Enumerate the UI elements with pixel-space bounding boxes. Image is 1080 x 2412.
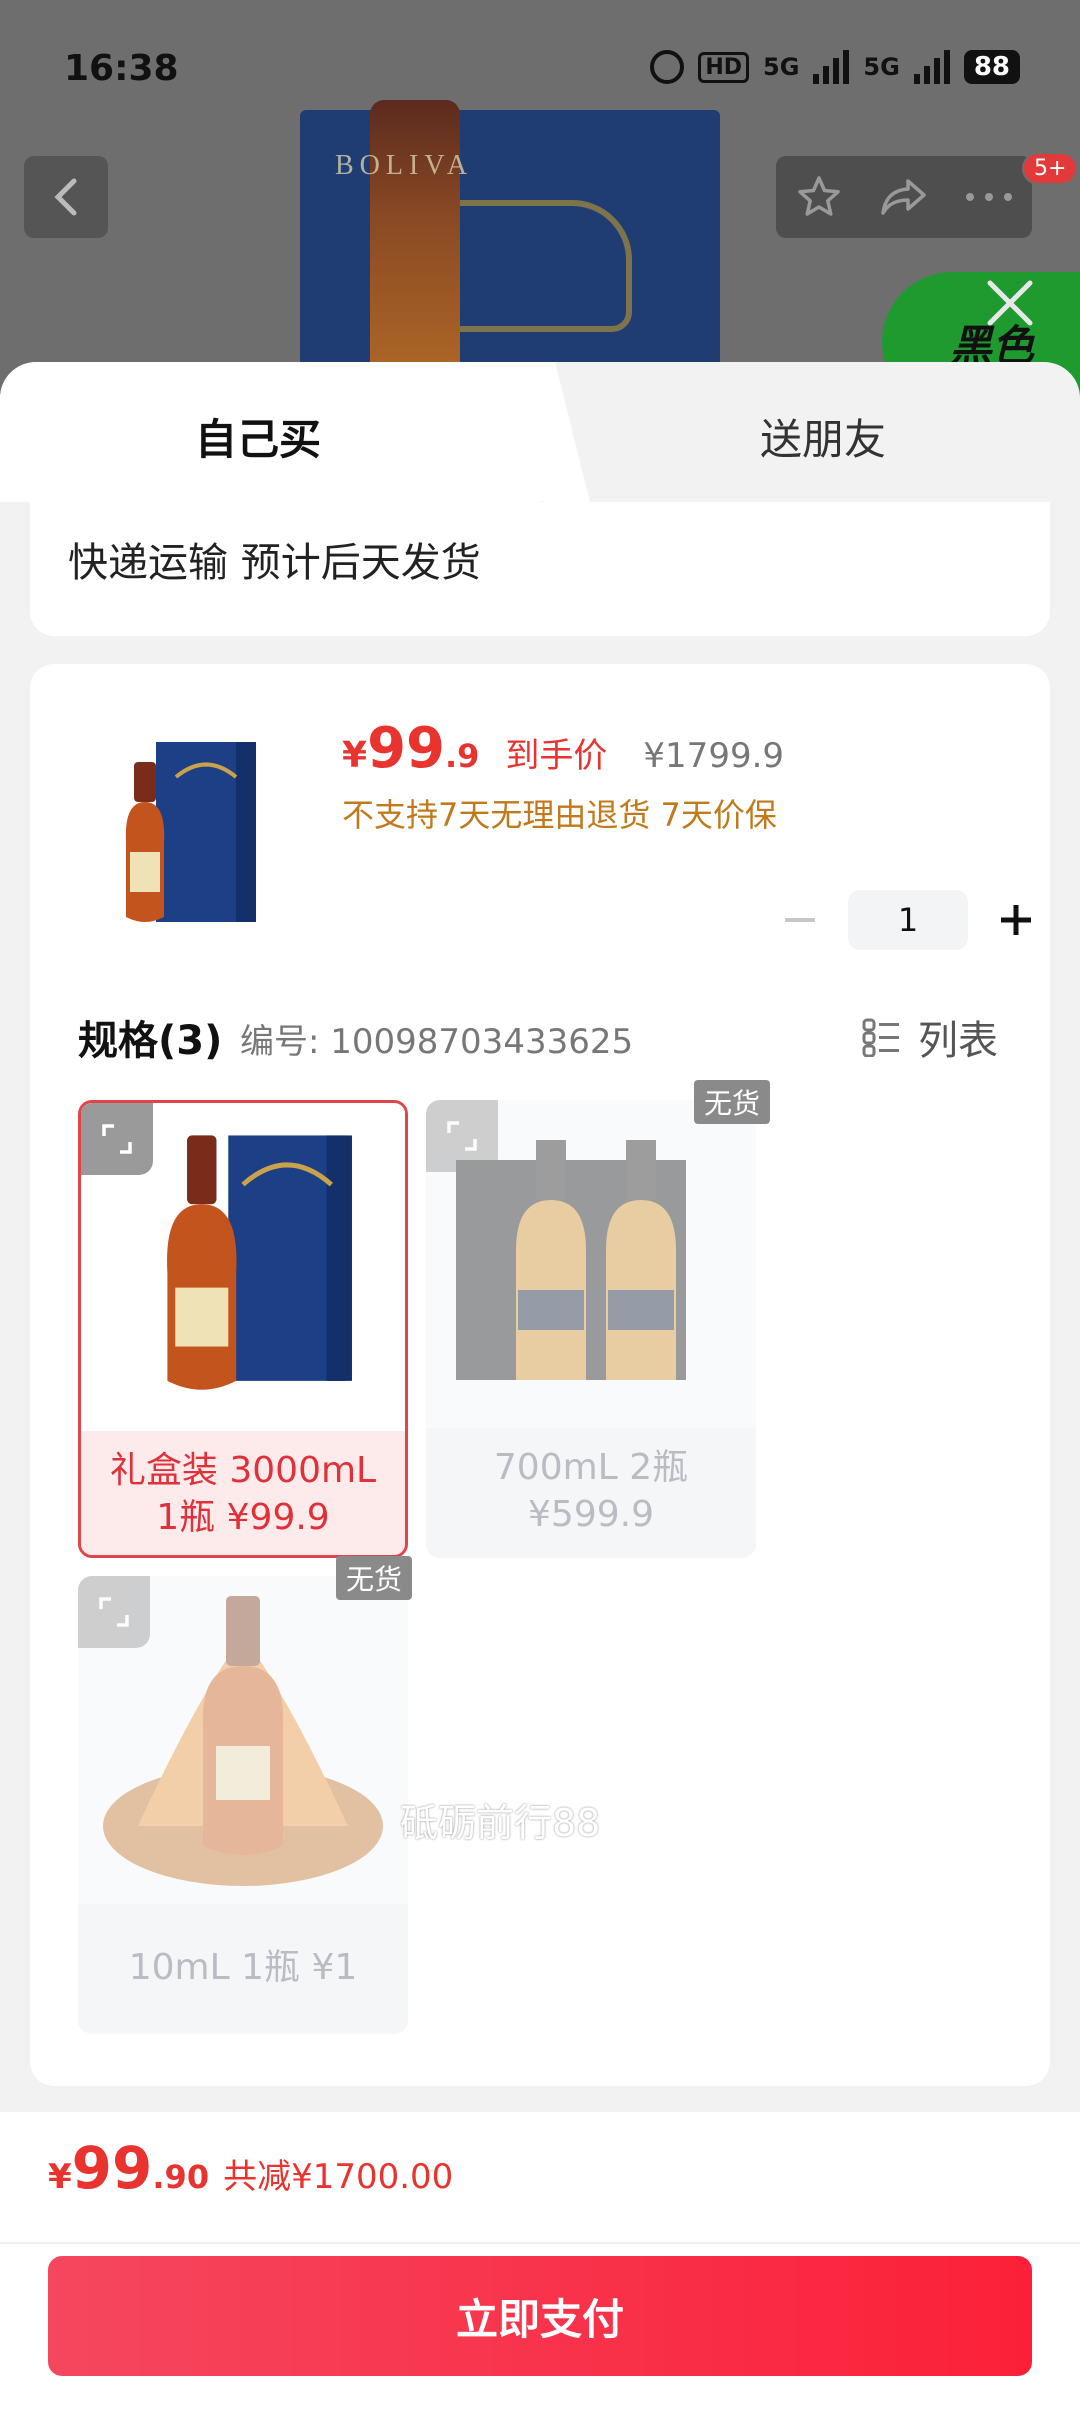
total-decimal: .90 [152, 2158, 210, 2196]
out-of-stock-badge: 无货 [336, 1556, 413, 1600]
quantity-value[interactable]: 1 [848, 890, 968, 950]
status-time: 16:38 [64, 48, 179, 89]
signal-strength-icon [813, 50, 850, 84]
tab-self-buy-label[interactable]: 自己买 [195, 406, 321, 467]
battery-icon: 88 [963, 50, 1020, 84]
status-icons: HD 5G 5G 88 [650, 50, 1020, 84]
list-view-toggle[interactable]: 列表 [862, 1008, 998, 1066]
more-icon [966, 193, 1013, 201]
expand-image-button[interactable] [78, 1576, 150, 1648]
increase-quantity-button[interactable] [986, 890, 1046, 950]
share-button[interactable] [874, 167, 934, 227]
signal-5g-label: 5G [763, 53, 800, 81]
close-sheet-button[interactable] [975, 268, 1045, 338]
final-price-tag: 到手价 [505, 736, 608, 776]
out-of-stock-badge: 无货 [694, 1080, 771, 1124]
hd-icon: HD [698, 51, 749, 83]
product-thumbnail[interactable] [96, 732, 276, 932]
checkout-footer: ¥ 99 .90 共减¥1700.00 立即支付 [0, 2112, 1080, 2412]
total-currency: ¥ [48, 2157, 72, 2197]
product-code: 编号: 10098703433625 [240, 1022, 634, 1062]
sku-card: ¥ 99 .9 到手价 ¥1799.9 不支持7天无理由退货 7天价保 1 规格… [30, 664, 1050, 2086]
close-icon [987, 280, 1033, 326]
footer-divider [0, 2242, 1080, 2244]
alarm-icon [650, 50, 685, 84]
back-button[interactable] [24, 156, 108, 238]
price-row: ¥ 99 .9 到手价 ¥1799.9 [342, 716, 784, 781]
expand-image-button[interactable] [81, 1103, 153, 1175]
signal-strength-icon-2 [913, 50, 950, 84]
list-icon [862, 1018, 899, 1057]
option-label: 礼盒装 3000mL 1瓶 ¥99.9 [81, 1431, 405, 1555]
pay-now-button[interactable]: 立即支付 [48, 2256, 1032, 2376]
decrease-quantity-button[interactable] [770, 890, 830, 950]
spec-option-700ml[interactable]: 700mL 2瓶 ¥599.9 [426, 1100, 756, 1558]
quantity-stepper: 1 [770, 890, 1046, 950]
notification-badge: 5+ [1022, 152, 1079, 185]
shipping-card: 快递运输 预计后天发货 [30, 502, 1050, 636]
signal-5g-label-2: 5G [863, 53, 900, 81]
plus-icon [1001, 905, 1031, 935]
background-bottle-image [370, 100, 460, 400]
spec-option-gift-box[interactable]: 礼盒装 3000mL 1瓶 ¥99.9 [78, 1100, 408, 1558]
expand-icon [447, 1121, 477, 1151]
tab-gift-friend[interactable]: 送朋友 [760, 406, 886, 467]
spec-title: 规格(3) [78, 1018, 223, 1064]
background-brand-text: BOLIVA [335, 150, 474, 181]
original-price: ¥1799.9 [643, 736, 785, 776]
price-currency: ¥ [342, 735, 368, 776]
more-button[interactable] [959, 167, 1019, 227]
spec-option-10ml[interactable]: 10mL 1瓶 ¥1 [78, 1576, 408, 2034]
favorite-button[interactable] [789, 167, 849, 227]
top-action-bar [776, 156, 1032, 238]
status-bar: 16:38 HD 5G 5G 88 [0, 0, 1080, 140]
price-decimal: .9 [445, 737, 480, 775]
minus-icon [785, 918, 815, 922]
expand-icon [99, 1597, 129, 1627]
share-icon [881, 179, 926, 215]
shipping-info: 快递运输 预计后天发货 [68, 540, 481, 586]
option-label: 700mL 2瓶 ¥599.9 [426, 1428, 756, 1556]
option-label: 10mL 1瓶 ¥1 [78, 1904, 408, 2032]
chevron-left-icon [54, 178, 77, 216]
expand-icon [102, 1124, 132, 1154]
total-discount: 共减¥1700.00 [223, 2157, 454, 2197]
purchase-sheet: 自己买 送朋友 快递运输 预计后天发货 ¥ 99 .9 到手价 ¥1799.9 … [0, 362, 1080, 2412]
price-integer: 99 [367, 716, 445, 781]
expand-image-button[interactable] [426, 1100, 498, 1172]
total-price-row: ¥ 99 .90 共减¥1700.00 [48, 2134, 453, 2202]
watermark-text: 砥砺前行88 [400, 1801, 601, 1845]
list-toggle-label: 列表 [918, 1018, 998, 1064]
total-integer: 99 [71, 2134, 153, 2202]
return-policy-notice: 不支持7天无理由退货 7天价保 [342, 796, 777, 834]
star-icon [797, 176, 840, 216]
